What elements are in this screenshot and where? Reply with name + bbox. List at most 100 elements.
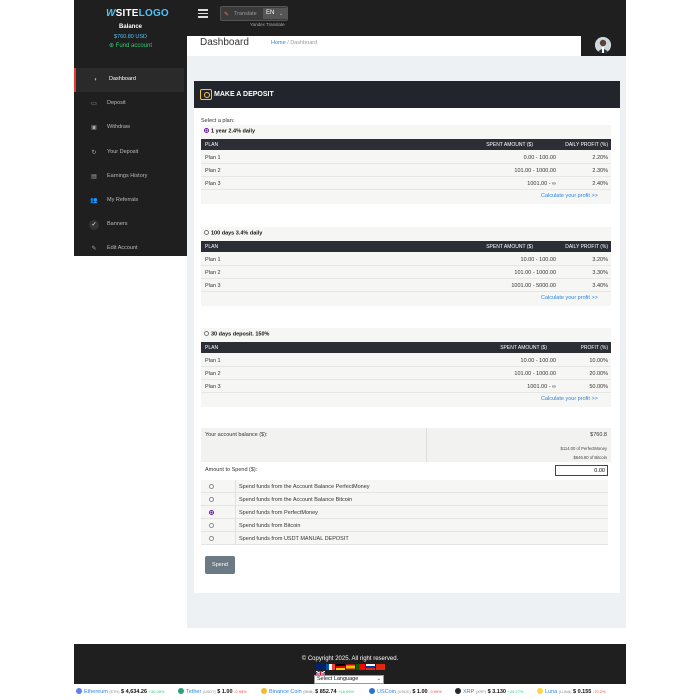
sidebar-item-my-referrals[interactable]: 👥 My Referrals [74,189,184,213]
plan-radio[interactable]: 30 days deposit. 150% [204,331,269,338]
table-cell: 20.00% [589,371,608,377]
sidebar-item-banners[interactable]: ✓ Banners [74,213,184,237]
coin-price: $ 852.74 [315,689,337,695]
amount-input[interactable] [555,465,608,476]
deposit-card-title: MAKE A DEPOSIT [214,91,274,98]
deposit-icon [200,89,212,100]
page-title: Dashboard [200,37,249,48]
payment-option-radio[interactable] [209,484,214,489]
coin-change: -0.99% [429,689,442,694]
sidebar-item-edit-account[interactable]: ✎ Edit Account [74,237,184,261]
copyright-text: © Copyright 2025. All right reserved. [301,656,399,662]
flag-cn-icon[interactable] [376,664,385,670]
divider [235,506,236,519]
coin-name: USCoin [377,689,396,695]
coin-price: $ 4,634.26 [121,689,148,695]
column-header: PLAN [205,142,219,148]
radio-button[interactable] [204,230,209,235]
spend-button[interactable]: Spend [205,556,235,574]
coin-name: Ethereum [84,689,108,695]
coin-price: $ 0.155 [572,689,592,695]
table-cell: 2.20% [592,155,608,161]
breadcrumb-home-link[interactable]: Home [271,40,286,46]
sidebar-item-label: Dashboard [109,76,136,82]
calculate-profit-link[interactable]: Calculate your profit >> [541,193,598,199]
check-icon: ✓ [89,220,99,230]
plan-name: 100 days 3.4% daily [211,230,263,237]
payment-option-radio[interactable] [209,497,214,502]
sidebar-item-your-deposit[interactable]: ↻ Your Deposit [74,141,184,165]
flag-fr-icon[interactable] [326,664,335,670]
ticker-item[interactable]: Binance Coin (BNB) $ 852.74 +18.99% [261,688,354,695]
column-header: DAILY PROFIT (%) [565,142,608,148]
ticker-item[interactable]: Tether (USDT) $ 1.00 -0.98% [178,688,247,695]
account-balance-value: $760.8 [590,432,607,438]
flag-pt-icon[interactable] [356,664,365,670]
table-cell: 50.00% [589,384,608,390]
ticker-item[interactable]: Luna (LUNA) $ 0.155 -70.2% [537,688,606,695]
sidebar-item-label: My Referrals [107,197,139,203]
sidebar-item-withdraw[interactable]: ▣ Withdraw [74,116,184,140]
select-language-dropdown[interactable]: Select Language ⌄ [314,675,384,684]
table-cell: 101.00 - 1000.00 [514,270,556,276]
table-cell: Plan 3 [205,283,221,289]
breadcrumb-separator: / [287,40,289,46]
coin-change: -70.2% [592,689,606,694]
radio-button[interactable] [204,331,209,336]
table-row: Plan 1 10.00 - 100.00 10.00% [201,354,611,367]
table-cell: Plan 1 [205,257,221,263]
sidebar-item-label: Your Deposit [107,149,139,155]
avatar[interactable] [595,37,611,53]
ticker-item[interactable]: Ethereum (ETH) $ 4,634.26 +30.05% [76,688,164,695]
translate-icon: ✎ [224,12,230,18]
flag-ru-icon[interactable] [366,664,375,670]
translate-label: Translate [234,11,257,17]
coin-icon [261,688,267,694]
flag-en-icon[interactable] [315,664,326,678]
table-cell: Plan 2 [205,168,221,174]
amount-label: Amount to Spend ($): [205,467,258,473]
fund-account-link[interactable]: ⊕ Fund account [74,42,187,49]
flag-de-icon[interactable] [336,664,345,670]
divider [235,493,236,506]
plan-table-header: PLAN SPENT AMOUNT ($) PROFIT (%) [201,342,611,353]
calculate-profit-link[interactable]: Calculate your profit >> [541,396,598,402]
ticker-item[interactable]: USCoin (USDC) $ 1.00 -0.99% [369,688,442,695]
menu-toggle-icon[interactable] [198,9,208,18]
language-select[interactable]: EN [263,8,287,19]
sidebar-item-deposit[interactable]: ▭ Deposit [74,92,184,116]
table-cell: Plan 2 [205,270,221,276]
calculate-profit-link[interactable]: Calculate your profit >> [541,295,598,301]
column-header: DAILY PROFIT (%) [565,244,608,250]
ticker-item[interactable]: XRP (XRP) $ 3.130 +29.27% [455,688,523,695]
plan-radio[interactable]: 100 days 3.4% daily [204,230,262,237]
plan-radio[interactable]: 1 year 2.4% daily [204,128,255,135]
radio-button[interactable] [204,128,209,133]
payment-option-radio[interactable] [209,536,214,541]
payment-option-radio[interactable] [209,510,214,515]
sidebar-item-dashboard[interactable]: ◐ Dashboard [74,68,184,92]
coin-price: $ 1.00 [412,689,428,695]
payment-option-label: Spend funds from PerfectMoney [239,510,318,516]
breadcrumb: Home / Dashboard [271,40,317,46]
coin-icon [178,688,184,694]
flag-es-icon[interactable] [346,664,355,670]
sidebar-item-earnings-history[interactable]: ▤ Earnings History [74,165,184,189]
select-plan-label: Select a plan: [201,118,235,124]
table-cell: 1001.00 - ∞ [527,181,556,187]
divider [235,519,236,532]
site-logo[interactable]: WSITELOGO [106,8,169,19]
payment-option-radio[interactable] [209,523,214,528]
table-cell: 10.00 - 100.00 [520,257,556,263]
money-icon: ▣ [91,125,97,131]
sidebar-item-label: Earnings History [107,173,148,179]
amount-row [201,463,611,477]
pencil-icon: ✎ [91,246,97,252]
translate-widget[interactable]: ✎ Translate EN ⌄ [220,6,288,21]
table-cell: 3.20% [592,257,608,263]
table-row: Plan 2 101.00 - 1000.00 3.30% [201,266,611,279]
table-row: Plan 2 101.00 - 1000.00 2.30% [201,164,611,177]
coin-price: $ 1.00 [217,689,233,695]
table-cell: 0.00 - 100.00 [523,155,556,161]
coin-symbol: (BNB) [303,690,314,694]
